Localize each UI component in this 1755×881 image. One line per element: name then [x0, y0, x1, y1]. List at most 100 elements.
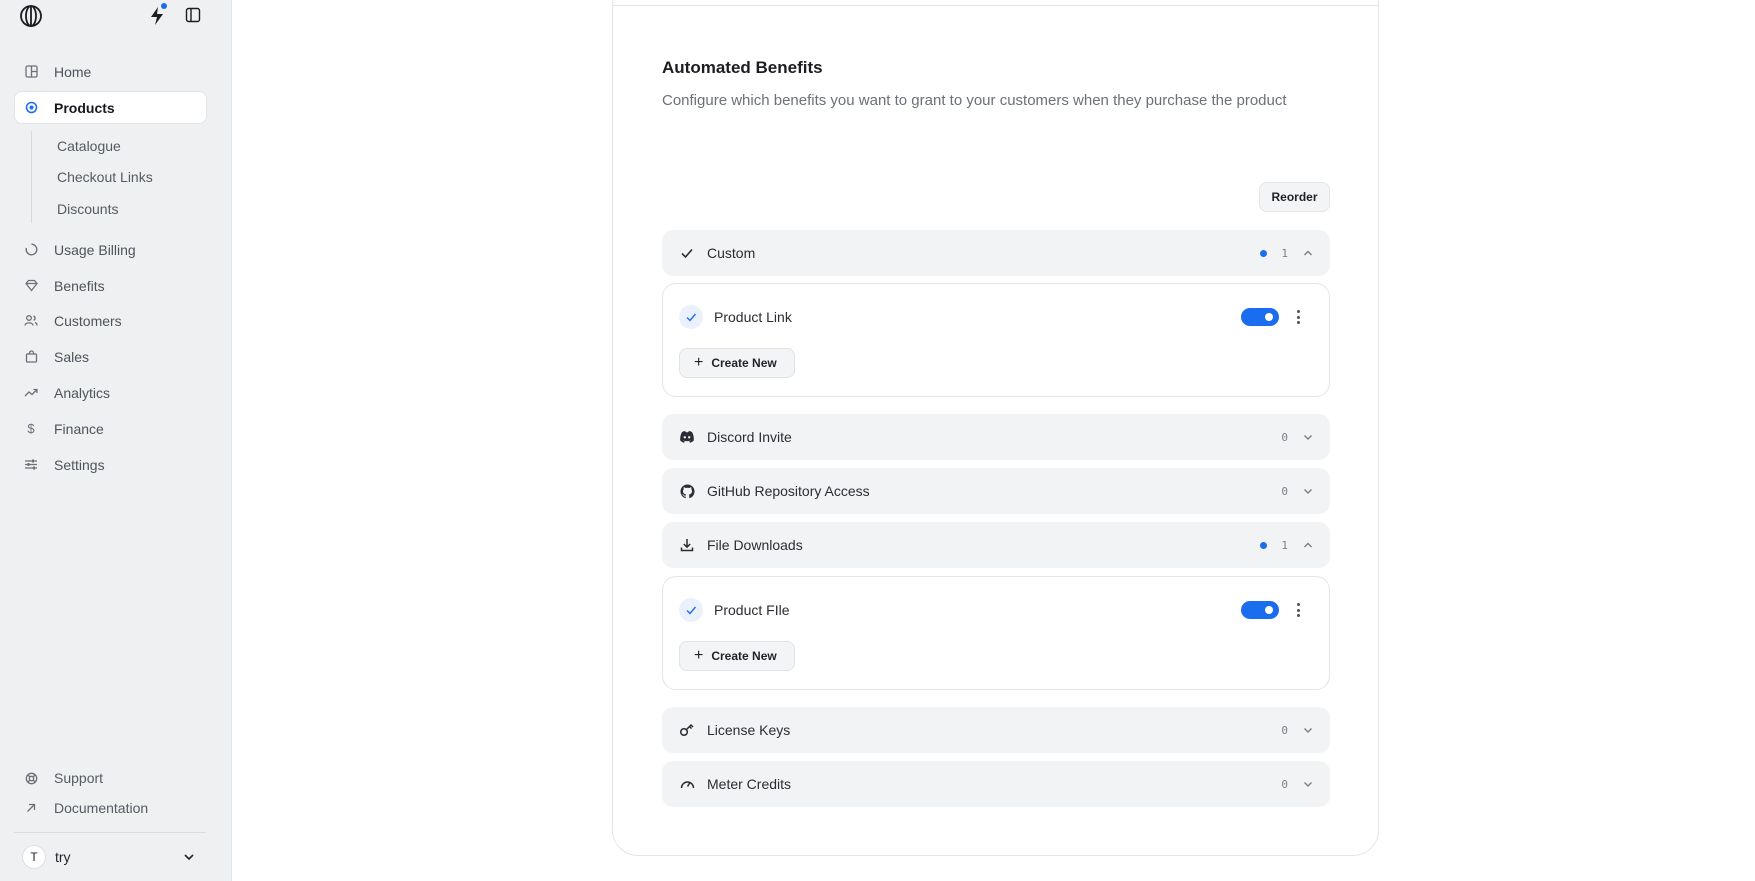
nav-item-benefits[interactable]: Benefits: [15, 270, 206, 301]
documentation-link[interactable]: Documentation: [24, 800, 148, 816]
section-title: Automated Benefits: [662, 58, 823, 77]
sidebar-divider: [14, 832, 206, 833]
benefit-list-custom: Product Link + Create New: [662, 283, 1330, 397]
user-name: try: [55, 849, 71, 865]
reorder-button[interactable]: Reorder: [1259, 182, 1330, 212]
plus-icon: +: [694, 647, 704, 664]
group-count: 0: [1281, 484, 1288, 498]
benefit-toggle[interactable]: [1241, 601, 1279, 619]
diamond-icon: [24, 279, 38, 293]
support-label: Support: [54, 770, 104, 786]
nav-label: Home: [54, 63, 92, 80]
plus-icon: +: [694, 354, 704, 371]
polar-logo-icon[interactable]: [19, 4, 43, 28]
nav-label: Finance: [54, 420, 104, 437]
avatar: T: [22, 845, 46, 869]
nav-item-settings[interactable]: Settings: [15, 449, 206, 480]
shopping-bag-icon: [24, 350, 38, 364]
nav-item-sales[interactable]: Sales: [15, 341, 206, 372]
group-label: Meter Credits: [707, 776, 792, 792]
group-count: 0: [1281, 777, 1288, 791]
sub-item-catalogue[interactable]: Catalogue: [57, 138, 121, 154]
create-new-label: Create New: [711, 649, 777, 663]
group-count: 1: [1281, 538, 1288, 552]
section-description: Configure which benefits you want to gra…: [662, 92, 1287, 109]
lifebuoy-icon: [24, 771, 38, 785]
group-label: Discord Invite: [707, 429, 792, 445]
benefit-group-github[interactable]: GitHub Repository Access 0: [662, 468, 1330, 514]
nav-label: Sales: [54, 348, 90, 365]
chevron-up-icon: [1304, 542, 1312, 548]
create-new-button[interactable]: + Create New: [679, 348, 795, 378]
submenu-line: [31, 131, 32, 223]
download-icon: [679, 537, 695, 553]
bolt-icon[interactable]: [148, 6, 166, 26]
nav-label: Benefits: [54, 277, 105, 294]
benefit-name: Product Link: [714, 309, 792, 325]
chevron-up-icon: [1304, 250, 1312, 256]
sidebar: Home Products Catalogue Checkout Links D…: [0, 0, 232, 881]
benefit-toggle[interactable]: [1241, 308, 1279, 326]
key-icon: [679, 722, 695, 738]
group-count: 0: [1281, 430, 1288, 444]
card-divider: [613, 5, 1378, 6]
group-label: Custom: [707, 245, 756, 261]
nav-label: Settings: [54, 456, 105, 473]
nav-item-analytics[interactable]: Analytics: [15, 377, 206, 408]
nav-item-customers[interactable]: Customers: [15, 305, 206, 336]
group-label: License Keys: [707, 722, 791, 738]
nav-item-home[interactable]: Home: [15, 56, 206, 87]
dollar-icon: $: [27, 421, 35, 436]
group-count: 1: [1281, 246, 1288, 260]
discord-icon: [679, 429, 695, 445]
support-link[interactable]: Support: [24, 770, 103, 786]
benefit-name: Product FIle: [714, 602, 790, 618]
nav-item-products[interactable]: Products: [15, 92, 206, 123]
chevron-down-icon: [1304, 489, 1312, 494]
benefit-group-discord[interactable]: Discord Invite 0: [662, 414, 1330, 460]
benefit-group-meter-credits[interactable]: Meter Credits 0: [662, 761, 1330, 807]
benefit-list-file-downloads: Product FIle + Create New: [662, 576, 1330, 690]
group-label: File Downloads: [707, 537, 803, 553]
group-count: 0: [1281, 723, 1288, 737]
more-options-icon[interactable]: [1296, 603, 1300, 617]
sliders-icon: [24, 458, 38, 472]
external-arrow-icon: [24, 801, 38, 815]
sub-item-checkout-links[interactable]: Checkout Links: [57, 169, 153, 185]
chevron-down-icon: [1304, 782, 1312, 787]
active-dot: [1260, 249, 1268, 257]
user-switcher[interactable]: T try: [14, 840, 206, 874]
sub-item-discounts[interactable]: Discounts: [57, 201, 118, 217]
check-icon: [679, 245, 695, 261]
selected-check-icon[interactable]: [679, 598, 703, 622]
nav-label: Customers: [54, 312, 122, 329]
gauge-icon: [679, 776, 695, 792]
create-new-label: Create New: [711, 356, 777, 370]
notification-dot: [161, 3, 167, 9]
users-icon: [24, 314, 38, 328]
usage-billing-icon: [24, 243, 38, 257]
benefit-group-custom[interactable]: Custom 1: [662, 230, 1330, 276]
toggle-sidebar-icon[interactable]: [185, 7, 201, 23]
active-dot: [1260, 541, 1268, 549]
benefit-row: Product Link: [679, 304, 1313, 330]
nav-label: Analytics: [54, 384, 111, 401]
home-grid-icon: [24, 65, 38, 79]
documentation-label: Documentation: [54, 800, 149, 816]
nav-item-finance[interactable]: $ Finance: [15, 413, 206, 444]
chevron-down-icon: [1304, 728, 1312, 733]
benefit-group-license-keys[interactable]: License Keys 0: [662, 707, 1330, 753]
more-options-icon[interactable]: [1296, 310, 1300, 324]
benefit-group-file-downloads[interactable]: File Downloads 1: [662, 522, 1330, 568]
nav-label: Usage Billing: [54, 241, 136, 258]
chevron-down-icon: [1304, 435, 1312, 440]
nav-item-usage-billing[interactable]: Usage Billing: [15, 234, 206, 265]
selected-check-icon[interactable]: [679, 305, 703, 329]
benefit-row: Product FIle: [679, 597, 1313, 623]
nav-label: Products: [54, 99, 115, 116]
chevron-down-icon: [184, 854, 194, 861]
group-label: GitHub Repository Access: [707, 483, 870, 499]
github-icon: [679, 483, 695, 499]
products-icon: [24, 101, 38, 115]
create-new-button[interactable]: + Create New: [679, 641, 795, 671]
